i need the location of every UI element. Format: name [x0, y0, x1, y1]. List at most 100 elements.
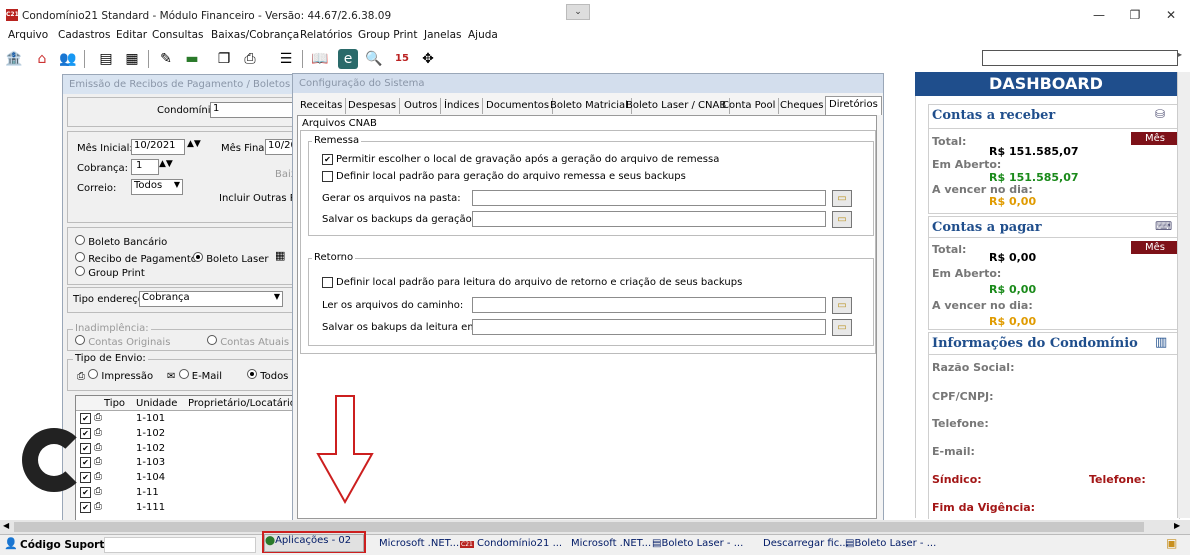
tab-documentos[interactable]: Documentos	[483, 98, 554, 114]
money-bag-icon[interactable]: ⛁	[1155, 107, 1165, 121]
menu-relatorios[interactable]: Relatórios	[300, 29, 352, 41]
receber-total-label: Total:	[932, 135, 967, 148]
table-row[interactable]: ✔ ⎙ 1-101	[78, 412, 294, 426]
grid-header-unidade[interactable]: Unidade	[136, 398, 177, 409]
bank-icon[interactable]: 🏦	[4, 49, 24, 69]
row-checkbox[interactable]: ✔	[80, 487, 91, 498]
folder-icon[interactable]: ▭	[832, 190, 852, 207]
edit-icon[interactable]: ✎	[156, 49, 176, 69]
folder-icon[interactable]: ▭	[832, 297, 852, 314]
maximize-button[interactable]: ❐	[1118, 6, 1152, 24]
network-icon[interactable]: ✥	[418, 49, 438, 69]
salvar-bakups-input[interactable]	[472, 319, 826, 335]
row-checkbox[interactable]: ✔	[80, 501, 91, 513]
task-microsoft-net-1[interactable]: Microsoft .NET...	[379, 536, 459, 552]
mes-badge[interactable]: Mês	[1131, 241, 1179, 254]
calendar-icon[interactable]: ▦	[275, 249, 285, 262]
dashboard-scrollbar[interactable]	[1177, 72, 1190, 518]
menu-cadastros[interactable]: Cadastros	[58, 29, 110, 41]
task-microsoft-net-2[interactable]: Microsoft .NET...	[571, 536, 651, 552]
calendar-15-icon[interactable]: 15	[392, 49, 412, 69]
checkbox-permitir-escolher[interactable]: ✔	[322, 154, 333, 165]
task-condominio21[interactable]: C21 Condomínio21 ...	[460, 536, 562, 552]
condominio-input[interactable]: 1	[210, 102, 294, 118]
scroll-left-icon[interactable]: ◀	[3, 521, 9, 530]
radio-group-print[interactable]: Group Print	[75, 266, 145, 279]
menu-janelas[interactable]: Janelas	[424, 29, 461, 41]
calculator-icon[interactable]: ▦	[122, 49, 142, 69]
tab-conta-pool[interactable]: Conta Pool	[719, 98, 780, 114]
radio-contas-atuais[interactable]: Contas Atuais	[207, 335, 289, 348]
menu-group-print[interactable]: Group Print	[358, 29, 417, 41]
table-row[interactable]: ✔ ⎙ 1-103	[78, 456, 294, 470]
table-row[interactable]: ✔ ⎙ 1-111	[78, 501, 294, 515]
ler-path-input[interactable]	[472, 297, 826, 313]
radio-boleto-bancario[interactable]: Boleto Bancário	[75, 235, 167, 248]
cobranca-input[interactable]: 1	[131, 159, 159, 175]
tab-boleto-matricial[interactable]: Boleto Matricial	[547, 98, 632, 114]
users-icon[interactable]: 👥	[58, 49, 78, 69]
tab-despesas[interactable]: Despesas	[345, 98, 401, 114]
table-row[interactable]: ✔ ⎙ 1-102	[78, 427, 294, 441]
tab-boleto-laser-cnab[interactable]: Boleto Laser / CNAB	[623, 98, 731, 114]
copy-icon[interactable]: ❐	[214, 49, 234, 69]
grid-header-tipo[interactable]: Tipo	[104, 398, 125, 409]
row-checkbox[interactable]: ✔	[80, 427, 91, 439]
scrollbar-thumb[interactable]	[14, 522, 1144, 532]
toolbar-search-input[interactable]	[982, 50, 1178, 66]
row-checkbox[interactable]: ✔	[80, 413, 91, 424]
calendar-e-icon[interactable]: e	[338, 49, 358, 69]
cobranca-spinner-icon[interactable]: ▲▼	[159, 159, 173, 169]
chevron-down-icon[interactable]: ⌄	[566, 4, 590, 20]
gerar-path-input[interactable]	[472, 190, 826, 206]
money-icon[interactable]: ▬	[182, 49, 202, 69]
tipo-endereco-select[interactable]: Cobrança ▼	[139, 291, 283, 307]
tab-diretorios[interactable]: Diretórios	[825, 96, 882, 115]
menu-ajuda[interactable]: Ajuda	[468, 29, 498, 41]
tab-outros[interactable]: Outros	[401, 98, 442, 114]
task-boleto-laser-1[interactable]: ▤Boleto Laser - ...	[652, 536, 743, 552]
close-button[interactable]: ✕	[1154, 6, 1188, 24]
print-icon[interactable]: ⎙	[240, 49, 260, 69]
scroll-right-icon[interactable]: ▶	[1174, 521, 1180, 530]
menu-arquivo[interactable]: Arquivo	[8, 29, 48, 41]
menu-baixas-cobranca[interactable]: Baixas/Cobrança	[211, 29, 299, 41]
checkbox-definir-remessa[interactable]	[322, 171, 333, 185]
menu-consultas[interactable]: Consultas	[152, 29, 203, 41]
calculator-hand-icon[interactable]: ⌨	[1155, 219, 1172, 233]
radio-todos[interactable]: Todos	[247, 369, 288, 382]
tab-indices[interactable]: Índices	[441, 98, 484, 114]
radio-boleto-laser[interactable]: Boleto Laser	[193, 252, 269, 265]
notes-icon[interactable]: ☰	[276, 49, 296, 69]
minimize-button[interactable]: —	[1082, 6, 1116, 24]
book-icon[interactable]: 📖	[310, 49, 330, 69]
radio-recibo[interactable]: Recibo de Pagamento	[75, 252, 197, 265]
table-row[interactable]: ✔ ⎙ 1-102	[78, 442, 294, 456]
folder-icon[interactable]: ▭	[832, 319, 852, 336]
radio-contas-originais[interactable]: Contas Originais	[75, 335, 170, 348]
mes-inicial-input[interactable]: 10/2021	[131, 139, 185, 155]
home-icon[interactable]: ⌂	[32, 49, 52, 69]
checkbox-definir-retorno[interactable]	[322, 277, 333, 291]
building-icon[interactable]: ▥	[1155, 335, 1167, 350]
tray-icon[interactable]: ▣	[1166, 536, 1177, 550]
spinner-icon[interactable]: ▲▼	[187, 139, 201, 149]
menu-editar[interactable]: Editar	[116, 29, 147, 41]
task-descarregar[interactable]: Descarregar fic...	[763, 536, 849, 552]
table-row[interactable]: ✔ ⎙ 1-104	[78, 471, 294, 485]
tab-receitas[interactable]: Receitas	[297, 98, 347, 114]
task-aplicacoes[interactable]: ⬤Aplicações - 02	[264, 534, 364, 552]
search-icon[interactable]: 🔍	[364, 49, 384, 69]
mes-badge[interactable]: Mês	[1131, 132, 1179, 145]
table-row[interactable]: ✔ ⎙ 1-11	[78, 486, 294, 500]
grid-header-proprietario[interactable]: Proprietário/Locatário	[188, 398, 296, 409]
folder-icon[interactable]: ▭	[832, 211, 852, 228]
document-icon[interactable]: ▤	[96, 49, 116, 69]
scroll-right-icon[interactable]: ▸	[1178, 50, 1182, 59]
tab-cheques[interactable]: Cheques	[777, 98, 828, 114]
salvar-backups-input[interactable]	[472, 211, 826, 227]
correio-select[interactable]: Todos ▼	[131, 179, 183, 195]
radio-email[interactable]: ✉ E-Mail	[167, 369, 222, 382]
radio-impressao[interactable]: ⎙ Impressão	[77, 369, 153, 382]
task-boleto-laser-2[interactable]: ▤Boleto Laser - ...	[845, 536, 936, 552]
